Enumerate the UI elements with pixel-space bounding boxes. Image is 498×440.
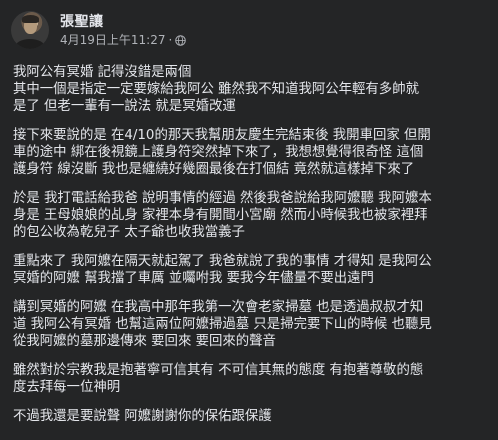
post-line: 重點來了 我阿嬤在隔天就起駕了 我爸就說了我的事情 才得知 是我阿公 bbox=[13, 254, 432, 269]
post-line: 是了 但老一輩有一說法 就是冥婚改運 bbox=[13, 99, 236, 114]
post-line: 我阿公有冥婚 記得沒錯是兩個 bbox=[13, 65, 192, 80]
post-line: 其中一個是指定一定要嫁給我阿公 雖然我不知道我阿公年輕有多帥就 bbox=[13, 82, 419, 97]
globe-icon[interactable] bbox=[175, 34, 187, 46]
post-line: 接下來要說的是 在4/10的那天我幫朋友慶生完結束後 我開車回家 但開 bbox=[13, 128, 431, 143]
post-paragraph: 講到冥婚的阿嬤 在我高中那年我第一次會老家掃墓 也是透過叔叔才知 道 我阿公有冥… bbox=[13, 299, 491, 350]
post-line: 雖然對於宗教我是抱著寧可信其有 不可信其無的態度 有抱著尊敬的態 bbox=[13, 363, 424, 378]
post-paragraph: 不過我還是要說聲 阿嬤謝謝你的保佑跟保護 bbox=[13, 408, 491, 425]
author-name[interactable]: 張聖讓 bbox=[60, 13, 186, 31]
post-line: 護身符 線沒斷 我也是纏繞好幾圈最後在打個結 竟然就這樣掉下來了 bbox=[13, 162, 415, 177]
post-paragraph: 我阿公有冥婚 記得沒錯是兩個 其中一個是指定一定要嫁給我阿公 雖然我不知道我阿公… bbox=[13, 64, 491, 115]
post-line: 道 我阿公有冥婚 也幫這兩位阿嬤掃過墓 只是掃完要下山的時候 也聽見 bbox=[13, 317, 432, 332]
post-line: 不過我還是要說聲 阿嬤謝謝你的保佑跟保護 bbox=[13, 409, 272, 424]
post-line: 度去拜每一位神明 bbox=[13, 380, 121, 395]
author-avatar[interactable] bbox=[11, 11, 49, 49]
post-paragraph: 重點來了 我阿嬤在隔天就起駕了 我爸就說了我的事情 才得知 是我阿公 冥婚的阿嬤… bbox=[13, 253, 491, 287]
post-paragraph: 接下來要說的是 在4/10的那天我幫朋友慶生完結束後 我開車回家 但開 車的途中… bbox=[13, 127, 491, 178]
post-line: 於是 我打電話給我爸 說明事情的經過 然後我爸說給我阿嬤聽 我阿嬤本 bbox=[13, 191, 432, 206]
post-subline: 4月19日上午11:27 · bbox=[60, 32, 187, 48]
post-line: 車的途中 綁在後視鏡上護身符突然掉下來了，我想想覺得很奇怪 這個 bbox=[13, 145, 424, 160]
post-paragraph: 於是 我打電話給我爸 說明事情的經過 然後我爸說給我阿嬤聽 我阿嬤本 身是 王母… bbox=[13, 190, 491, 241]
facebook-post: 張聖讓 4月19日上午11:27 · 我阿公有冥婚 記得沒錯是兩個 其中一個是指… bbox=[0, 0, 498, 440]
avatar-shoulders bbox=[15, 39, 45, 49]
post-meta: 張聖讓 4月19日上午11:27 · bbox=[60, 13, 187, 48]
post-line: 冥婚的阿嬤 幫我擋了車厲 並囑咐我 要我今年儘量不要出遠門 bbox=[13, 271, 374, 286]
post-line: 身是 王母娘娘的乩身 家裡本身有開間小宮廟 然而小時候我也被家裡拜 bbox=[13, 208, 428, 223]
post-body: 我阿公有冥婚 記得沒錯是兩個 其中一個是指定一定要嫁給我阿公 雖然我不知道我阿公… bbox=[13, 64, 491, 437]
post-timestamp[interactable]: 4月19日上午11:27 bbox=[60, 32, 166, 48]
separator-dot: · bbox=[168, 32, 173, 47]
post-line: 講到冥婚的阿嬤 在我高中那年我第一次會老家掃墓 也是透過叔叔才知 bbox=[13, 300, 424, 315]
post-paragraph: 雖然對於宗教我是抱著寧可信其有 不可信其無的態度 有抱著尊敬的態 度去拜每一位神… bbox=[13, 362, 491, 396]
post-line: 從我阿嬤的墓那邊傳來 要回來 要回來的聲音 bbox=[13, 334, 276, 349]
avatar-hair bbox=[22, 15, 39, 23]
post-header: 張聖讓 4月19日上午11:27 · bbox=[11, 10, 187, 50]
post-line: 的包公收為乾兒子 太子爺也收我當義子 bbox=[13, 225, 245, 240]
